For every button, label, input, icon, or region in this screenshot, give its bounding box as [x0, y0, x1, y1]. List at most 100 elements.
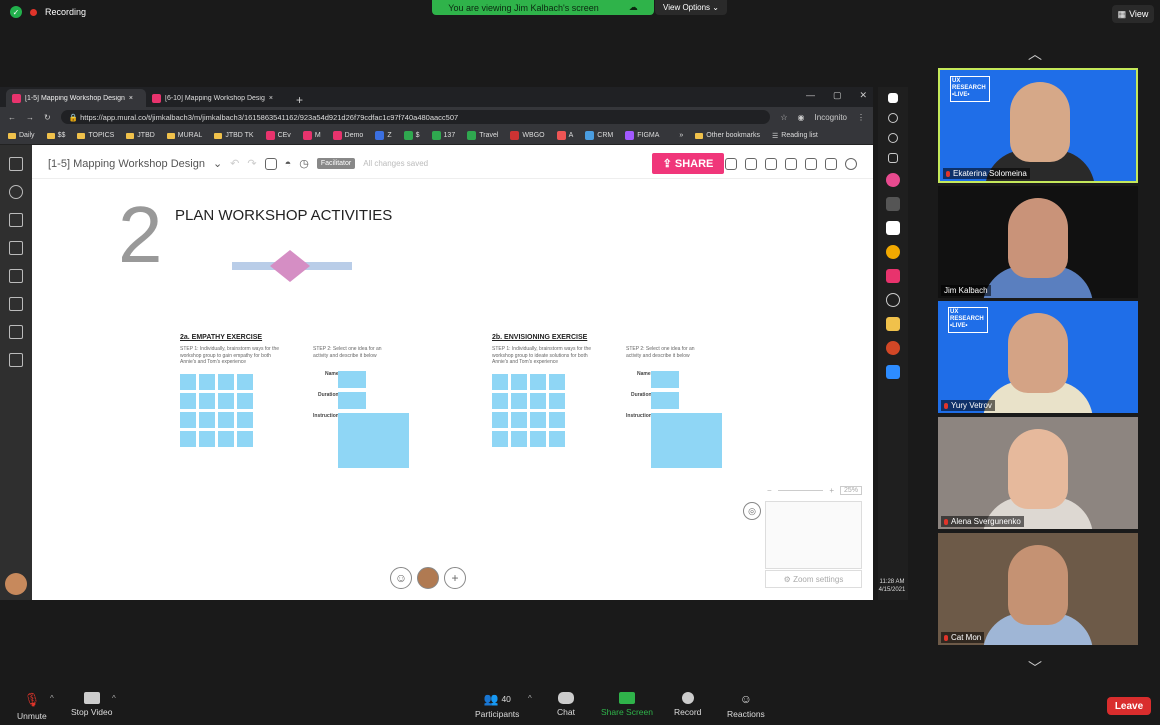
layers-icon[interactable]	[745, 157, 757, 170]
app-icon[interactable]	[886, 293, 900, 307]
pen-icon[interactable]	[9, 353, 23, 367]
bookmark-item[interactable]: TOPICS	[77, 132, 114, 139]
sticky-note[interactable]	[511, 393, 527, 409]
bookmark-item[interactable]: WBGO	[510, 131, 545, 140]
sticky-note[interactable]	[237, 393, 253, 409]
outline-icon[interactable]	[264, 157, 277, 170]
duration-box[interactable]	[651, 392, 679, 409]
participants-button[interactable]: 👥 40 Participants	[475, 692, 519, 719]
app-icon[interactable]	[886, 221, 900, 235]
empathy-sticky-grid[interactable]	[180, 374, 253, 447]
sticky-note[interactable]	[218, 431, 234, 447]
zoom-settings-button[interactable]: ⚙ Zoom settings	[765, 570, 862, 588]
url-field[interactable]: 🔒 https://app.mural.co/t/jimkalbach3/m/j…	[60, 110, 771, 124]
app-icon[interactable]	[886, 197, 900, 211]
sticky-note[interactable]	[492, 412, 508, 428]
bookmark-item[interactable]: Demo	[332, 131, 363, 140]
sticky-note[interactable]	[511, 431, 527, 447]
minimap[interactable]	[765, 501, 862, 569]
video-tile[interactable]: Cat Mon	[938, 533, 1138, 645]
envisioning-sticky-grid[interactable]	[492, 374, 565, 447]
sticky-note[interactable]	[530, 393, 546, 409]
sticky-note[interactable]	[511, 374, 527, 390]
sticky-note-icon[interactable]	[9, 157, 23, 171]
browser-tab[interactable]: [1-5] Mapping Workshop Design ×	[6, 89, 146, 107]
new-tab-button[interactable]: +	[286, 93, 313, 107]
search-icon[interactable]	[825, 157, 837, 170]
incognito-mode-icon[interactable]: ◓	[285, 158, 292, 170]
redo-icon[interactable]: ↷	[247, 157, 256, 170]
close-icon[interactable]: ×	[129, 95, 133, 102]
sticky-note[interactable]	[492, 431, 508, 447]
chevron-up-icon[interactable]: ^	[528, 694, 532, 703]
sticky-note[interactable]	[199, 431, 215, 447]
search-icon[interactable]	[9, 185, 23, 199]
vote-icon[interactable]	[785, 157, 797, 170]
record-button[interactable]: Record	[674, 692, 701, 717]
chrome-icon[interactable]	[886, 245, 900, 259]
zoom-slider[interactable]	[777, 489, 824, 491]
share-button[interactable]: ⇪ SHARE	[652, 153, 724, 174]
sticky-note[interactable]	[218, 393, 234, 409]
bookmark-item[interactable]: MURAL	[166, 132, 202, 139]
reading-list[interactable]: ☰ Reading list	[772, 132, 818, 140]
recording-indicator[interactable]: ✓ Recording	[10, 6, 86, 18]
leave-button[interactable]: Leave	[1107, 697, 1151, 715]
task-view-icon[interactable]	[888, 153, 898, 163]
zoom-in-icon[interactable]: +	[829, 486, 834, 495]
upload-icon[interactable]	[9, 325, 23, 339]
bookmark-item[interactable]: Travel	[467, 131, 498, 140]
sticky-note[interactable]	[492, 374, 508, 390]
sticky-note[interactable]	[218, 374, 234, 390]
windows-icon[interactable]	[888, 93, 898, 103]
bookmark-item[interactable]: CRM	[585, 131, 613, 140]
chevron-up-icon[interactable]: ^	[112, 694, 116, 703]
sticky-note[interactable]	[530, 412, 546, 428]
cortana-icon[interactable]	[888, 133, 898, 143]
close-icon[interactable]: ×	[269, 95, 273, 102]
more-bookmarks-icon[interactable]: »	[679, 132, 683, 139]
video-tile[interactable]: UX RESEARCH •LIVE• Ekaterina Solomeina	[938, 68, 1138, 183]
forward-icon[interactable]: →	[26, 113, 34, 122]
unmute-button[interactable]: 🎙 Unmute	[17, 692, 47, 721]
view-button[interactable]: ▦ View	[1112, 5, 1154, 23]
sticky-note[interactable]	[199, 393, 215, 409]
sticky-note[interactable]	[237, 374, 253, 390]
reload-icon[interactable]: ↻	[44, 113, 51, 122]
back-icon[interactable]: ←	[8, 113, 16, 122]
menu-icon[interactable]: ⋮	[857, 113, 865, 122]
name-box[interactable]	[651, 371, 679, 388]
bookmark-item[interactable]: FIGMA	[625, 131, 659, 140]
library-icon[interactable]	[9, 297, 23, 311]
view-options-button[interactable]: View Options ⌄	[655, 0, 727, 15]
frame-icon[interactable]	[9, 241, 23, 255]
stop-video-button[interactable]: Stop Video	[71, 692, 112, 717]
star-icon[interactable]: ☆	[780, 113, 787, 122]
bookmark-item[interactable]: $$	[46, 132, 65, 139]
bookmark-item[interactable]: Daily	[8, 132, 35, 139]
browser-tab[interactable]: [6-10] Mapping Workshop Desig ×	[146, 89, 286, 107]
bookmark-item[interactable]: A	[556, 131, 573, 140]
sticky-note[interactable]	[199, 374, 215, 390]
sticky-note[interactable]	[180, 431, 196, 447]
other-bookmarks[interactable]: Other bookmarks	[695, 132, 760, 139]
locate-icon[interactable]: ◎	[743, 502, 761, 520]
undo-icon[interactable]: ↶	[230, 157, 239, 170]
sticky-note[interactable]	[549, 374, 565, 390]
avatar[interactable]	[417, 567, 439, 589]
bookmark-item[interactable]: CEv	[265, 131, 291, 140]
star-icon[interactable]	[9, 213, 23, 227]
bookmark-item[interactable]: M	[302, 131, 321, 140]
sticky-note[interactable]	[511, 412, 527, 428]
maximize-icon[interactable]: ▢	[833, 90, 842, 101]
sticky-note[interactable]	[237, 431, 253, 447]
sticky-note[interactable]	[530, 431, 546, 447]
chat-button[interactable]: Chat	[557, 692, 575, 717]
sticky-note[interactable]	[218, 412, 234, 428]
sticky-note[interactable]	[530, 374, 546, 390]
bookmark-item[interactable]: JTBD TK	[214, 132, 254, 139]
sticky-note[interactable]	[237, 412, 253, 428]
zoom-control[interactable]: − + 25%	[767, 484, 862, 496]
video-tile[interactable]: Alena Svergunenko	[938, 417, 1138, 529]
timer-icon[interactable]: ◷	[299, 157, 309, 170]
